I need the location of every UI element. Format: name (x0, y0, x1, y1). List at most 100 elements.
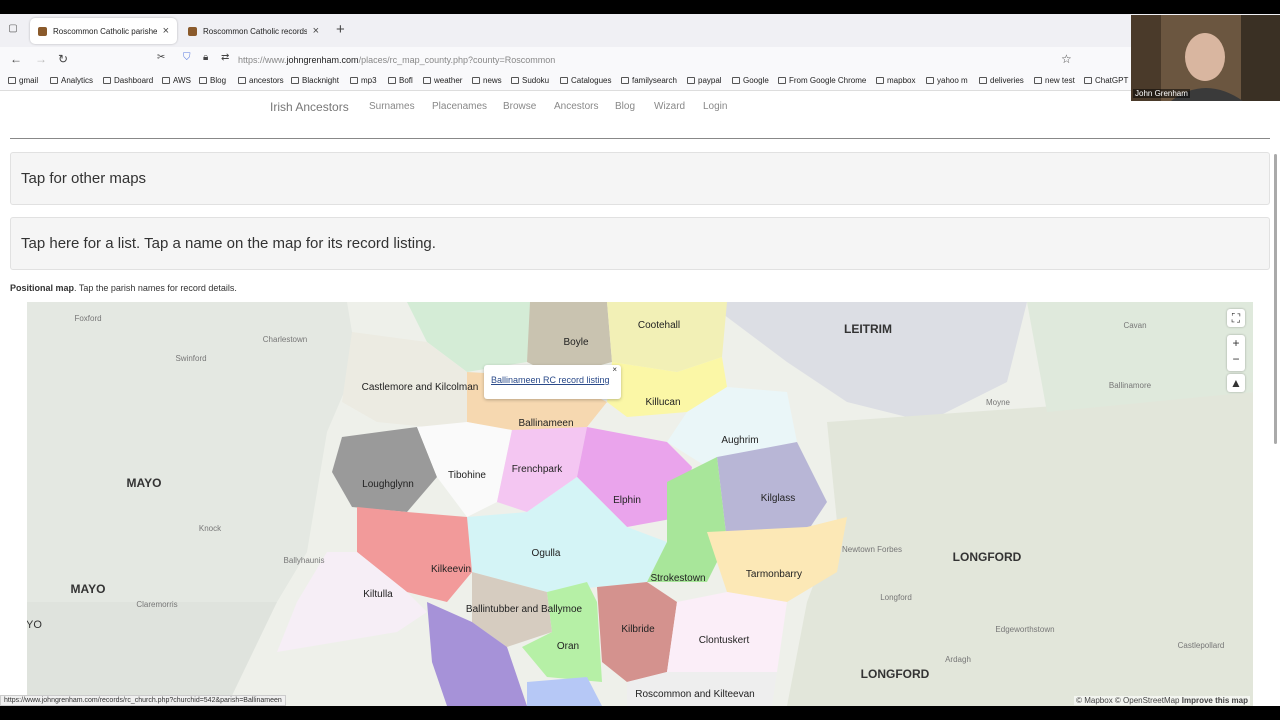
forward-icon[interactable]: → (35, 52, 47, 66)
bookmark-item[interactable]: Bofl (388, 76, 413, 85)
map-label-ballinameen[interactable]: Ballinameen (518, 418, 573, 429)
site-navigation: Irish Ancestors Surnames Placenames Brow… (0, 91, 1280, 123)
tab-bar: ▢ Roscommon Catholic parishes × Roscommo… (0, 14, 1280, 47)
bookmark-item[interactable]: gmail (8, 76, 38, 85)
improve-map-link[interactable]: Improve this map (1182, 696, 1248, 705)
map-label-kilglass[interactable]: Kilglass (761, 493, 795, 504)
bookmark-item[interactable]: AWS (162, 76, 191, 85)
map-label-elphin[interactable]: Elphin (613, 495, 641, 506)
reload-icon[interactable]: ↻ (58, 52, 68, 66)
bookmark-item[interactable]: Dashboard (103, 76, 153, 85)
bookmark-item[interactable]: new test (1034, 76, 1075, 85)
scrollbar[interactable] (1274, 154, 1277, 444)
bookmark-item[interactable]: news (472, 76, 502, 85)
bookmark-item[interactable]: deliveries (979, 76, 1024, 85)
bookmark-item[interactable]: Analytics (50, 76, 93, 85)
fullscreen-icon[interactable]: ⛶ (1227, 309, 1245, 327)
map-county-partial: YO (27, 619, 42, 631)
map-county-longford: LONGFORD (861, 667, 930, 681)
extension-icon[interactable]: ✂ (157, 52, 165, 63)
map-label-frenchpark[interactable]: Frenchpark (512, 464, 564, 475)
list-hint-panel[interactable]: Tap here for a list. Tap a name on the m… (10, 217, 1270, 270)
map-label-killucan[interactable]: Killucan (645, 397, 680, 408)
bookmark-item[interactable]: familysearch (621, 76, 677, 85)
caption-text: . Tap the parish names for record detail… (74, 283, 237, 293)
bookmark-item[interactable]: Google (732, 76, 769, 85)
map-town: Newtown Forbes (842, 545, 902, 554)
popup-close-icon[interactable]: × (612, 365, 617, 374)
map-label-oran[interactable]: Oran (557, 641, 579, 652)
parish-map[interactable]: Boyle Cootehall Castlemore and Kilcolman… (27, 302, 1253, 706)
nav-wizard[interactable]: Wizard (654, 101, 685, 112)
bookmark-label: From Google Chrome (789, 76, 867, 85)
folder-icon (778, 77, 786, 84)
map-town: Ballinamore (1109, 381, 1152, 390)
nav-placenames[interactable]: Placenames (432, 101, 487, 112)
google-icon (732, 77, 740, 84)
bookmark-item[interactable]: ancestors (238, 76, 284, 85)
nav-ancestors[interactable]: Ancestors (554, 101, 598, 112)
nav-login[interactable]: Login (703, 101, 727, 112)
bookmark-item[interactable]: ChatGPT (1084, 76, 1128, 85)
map-label-tarmonbarry[interactable]: Tarmonbarry (746, 569, 802, 580)
map-label-boyle[interactable]: Boyle (563, 337, 588, 348)
bookmark-item[interactable]: Sudoku (511, 76, 549, 85)
bookmark-item[interactable]: mp3 (350, 76, 377, 85)
bookmark-item[interactable]: mapbox (876, 76, 915, 85)
permissions-icon[interactable]: ⇄ (221, 52, 229, 63)
list-hint-label: Tap here for a list. Tap a name on the m… (21, 235, 436, 252)
tab-roscommon-parishes[interactable]: Roscommon Catholic parishes × (30, 18, 177, 44)
compass-icon[interactable]: ▲ (1227, 374, 1245, 392)
map-town: Ballyhaunis (284, 556, 325, 565)
back-icon[interactable]: ← (10, 52, 22, 66)
tab-roscommon-records[interactable]: Roscommon Catholic records × (180, 18, 327, 44)
nav-browse[interactable]: Browse (503, 101, 536, 112)
map-label-loughglynn[interactable]: Loughglynn (362, 479, 414, 490)
grid-icon (511, 77, 519, 84)
other-maps-panel[interactable]: Tap for other maps (10, 152, 1270, 205)
map-label-aughrim[interactable]: Aughrim (721, 435, 758, 446)
tree-icon (621, 77, 629, 84)
site-brand[interactable]: Irish Ancestors (270, 100, 349, 114)
map-label-kilkeevin[interactable]: Kilkeevin (431, 564, 471, 575)
bookmark-star-icon[interactable]: ☆ (1061, 52, 1072, 66)
folder-icon (291, 77, 299, 84)
map-label-ballintubber[interactable]: Ballintubber and Ballymoe (466, 604, 583, 615)
bookmark-label: familysearch (632, 76, 677, 85)
tab-list-icon[interactable]: ▢ (6, 23, 20, 37)
map-label-tibohine[interactable]: Tibohine (448, 470, 486, 481)
bookmark-item[interactable]: Blog (199, 76, 226, 85)
folder-icon (979, 77, 987, 84)
map-town: Charlestown (263, 335, 307, 344)
record-listing-link[interactable]: Ballinameen RC record listing (491, 375, 610, 385)
map-label-strokestown[interactable]: Strokestown (650, 573, 705, 584)
bookmark-item[interactable]: weather (423, 76, 462, 85)
map-label-cootehall[interactable]: Cootehall (638, 320, 680, 331)
map-label-castlemore[interactable]: Castlemore and Kilcolman (362, 382, 479, 393)
map-label-ogulla[interactable]: Ogulla (532, 548, 561, 559)
bookmark-item[interactable]: From Google Chrome (778, 76, 866, 85)
url-field[interactable]: https://www.johngrenham.com/places/rc_ma… (238, 55, 555, 65)
zoom-in-button[interactable]: + (1227, 335, 1245, 351)
zoom-out-button[interactable]: − (1227, 351, 1245, 367)
map-label-clontuskert[interactable]: Clontuskert (699, 635, 750, 646)
nav-surnames[interactable]: Surnames (369, 101, 415, 112)
map-county-mayo: MAYO (71, 582, 106, 596)
map-label-roscommon[interactable]: Roscommon and Kilteevan (635, 689, 755, 700)
bookmark-item[interactable]: Blacknight (291, 76, 339, 85)
lock-icon[interactable]: 🔒︎ (203, 52, 208, 63)
shield-icon[interactable]: ⛉ (183, 52, 191, 63)
map-label-kiltulla[interactable]: Kiltulla (363, 589, 393, 600)
bookmark-label: Google (743, 76, 769, 85)
tab-close-icon[interactable]: × (163, 25, 169, 37)
bookmark-item[interactable]: paypal (687, 76, 722, 85)
nav-blog[interactable]: Blog (615, 101, 635, 112)
attribution-text[interactable]: © Mapbox © OpenStreetMap (1076, 696, 1179, 705)
map-label-kilbride[interactable]: Kilbride (621, 624, 655, 635)
map-town: Moyne (986, 398, 1011, 407)
bookmark-item[interactable]: Catalogues (560, 76, 611, 85)
bookmark-item[interactable]: yahoo m (926, 76, 968, 85)
folder-icon (423, 77, 431, 84)
new-tab-button[interactable]: + (336, 21, 345, 38)
tab-close-icon[interactable]: × (313, 25, 319, 37)
